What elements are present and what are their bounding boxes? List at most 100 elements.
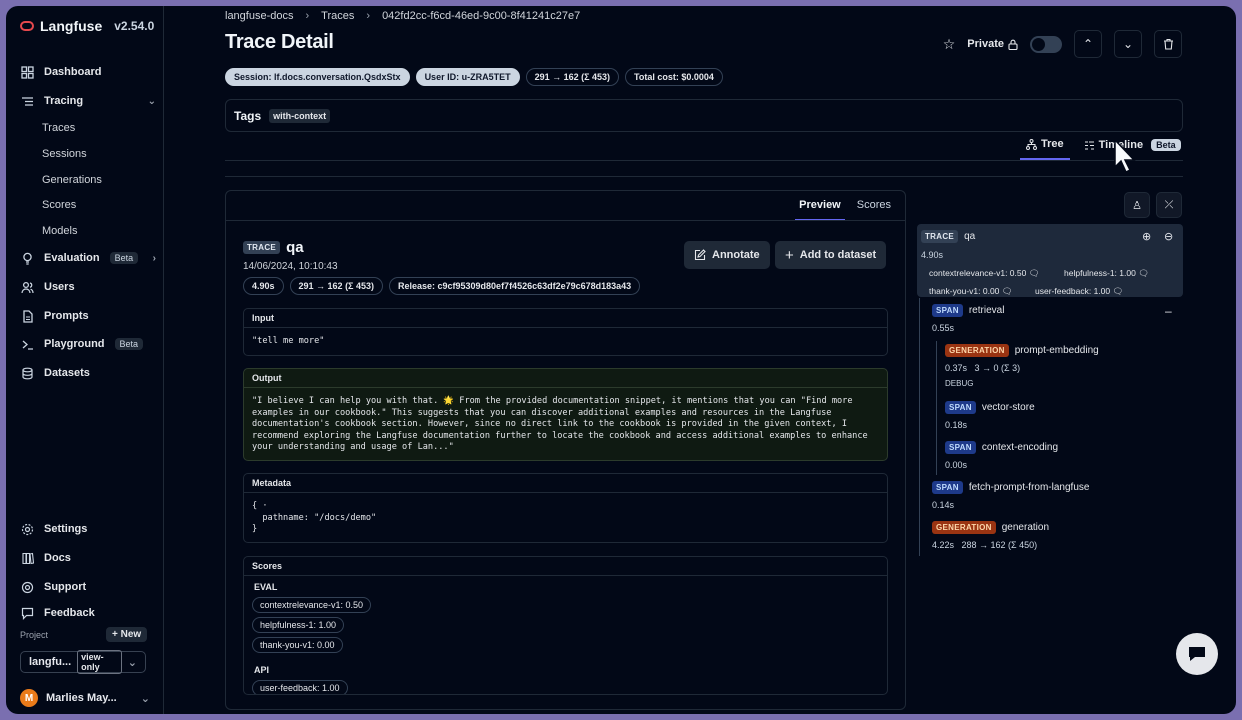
sidebar-item-dashboard[interactable]: Dashboard <box>20 62 156 82</box>
tree-node-span[interactable]: SPAN context-encoding <box>945 441 1058 454</box>
breadcrumb-project[interactable]: langfuse-docs <box>225 10 294 22</box>
sidebar-item-datasets[interactable]: Datasets <box>20 363 156 383</box>
users-icon <box>20 280 34 294</box>
project-selector[interactable]: langfu... view-only ⌄ <box>20 650 146 674</box>
private-toggle[interactable] <box>1030 35 1062 53</box>
next-trace-button[interactable]: ⌄ <box>1114 30 1142 58</box>
divider <box>226 220 905 221</box>
sidebar-item-playground[interactable]: Playground Beta <box>20 334 156 354</box>
observation-timestamp: 14/06/2024, 10:10:43 <box>243 261 338 272</box>
lightbulb-icon <box>20 251 34 265</box>
comment-icon: 🗨 <box>1001 286 1013 296</box>
sidebar-subitem-generations[interactable]: Generations <box>42 174 102 186</box>
score-group-api: API user-feedback: 1.00 <box>244 659 887 694</box>
tokens-badge: 291 → 162 (Σ 453) <box>525 68 620 86</box>
project-label: Project <box>20 630 49 640</box>
user-id-badge[interactable]: User ID: u-ZRA5TET <box>415 68 520 86</box>
tab-scores[interactable]: Scores <box>853 199 895 221</box>
breadcrumb-traces[interactable]: Traces <box>321 10 354 22</box>
tree-node-meta: 0.14s <box>932 500 955 510</box>
sidebar-item-tracing[interactable]: Tracing ⌄ <box>20 91 156 111</box>
sidebar-item-prompts[interactable]: Prompts <box>20 306 156 326</box>
output-value: "I believe I can help you with that. 🌟 F… <box>252 396 868 453</box>
sidebar-item-label: Evaluation <box>44 252 100 264</box>
chevron-down-icon: ⌄ <box>1122 37 1134 51</box>
sidebar: Langfuse v2.54.0 Dashboard Tracing ⌄ Tra… <box>6 6 164 714</box>
sidebar-subitem-models[interactable]: Models <box>42 225 77 237</box>
database-icon <box>20 366 34 380</box>
tree-node-span[interactable]: SPAN retrieval <box>932 304 1004 317</box>
score-text: helpfulness-1: 1.00 <box>1064 268 1136 278</box>
scores-section: Scores EVAL contextrelevance-v1: 0.50 he… <box>243 556 888 695</box>
trace-badges: Session: lf.docs.conversation.QsdxStx Us… <box>225 68 723 86</box>
sidebar-item-label: Support <box>44 581 87 593</box>
sidebar-item-support[interactable]: Support <box>20 577 156 597</box>
sidebar-subitem-sessions[interactable]: Sessions <box>42 148 87 160</box>
add-to-dataset-button[interactable]: + Add to dataset <box>775 241 887 269</box>
span-type-tag: SPAN <box>945 441 976 454</box>
chat-support-button[interactable] <box>1176 633 1218 675</box>
previous-trace-button[interactable]: ⌃ <box>1074 30 1102 58</box>
annotate-label: Annotate <box>712 249 760 261</box>
logo[interactable]: Langfuse v2.54.0 <box>20 18 154 34</box>
tree-node-meta: 4.90s <box>921 250 944 260</box>
tree-node-name: fetch-prompt-from-langfuse <box>968 482 1090 493</box>
score-group-eval: EVAL contextrelevance-v1: 0.50 helpfulne… <box>244 576 887 659</box>
tree-score: contextrelevance-v1: 0.50 🗨 <box>929 268 1040 279</box>
user-menu[interactable]: M Marlies May... ⌄ <box>20 689 150 707</box>
project-name: langfu... <box>29 656 72 668</box>
sidebar-item-label: Tracing <box>44 95 84 107</box>
tree-node-generation[interactable]: GENERATION generation <box>932 521 1049 534</box>
span-type-tag: SPAN <box>932 481 963 494</box>
score-pill[interactable]: helpfulness-1: 1.00 <box>252 617 345 633</box>
tree-node-meta: 0.18s <box>945 420 968 430</box>
tree-node-span[interactable]: SPAN fetch-prompt-from-langfuse <box>932 481 1089 494</box>
sidebar-item-feedback[interactable]: Feedback <box>20 603 156 623</box>
collapse-button[interactable]: ⤫ <box>1156 192 1182 218</box>
tree-score: user-feedback: 1.00 🗨 <box>1035 286 1123 297</box>
score-pill[interactable]: contextrelevance-v1: 0.50 <box>252 597 372 613</box>
delete-button[interactable] <box>1154 30 1182 58</box>
sidebar-subitem-scores[interactable]: Scores <box>42 199 76 211</box>
minus-icon[interactable]: – <box>1165 304 1172 318</box>
tab-tree[interactable]: Tree <box>1020 138 1070 160</box>
list-icon <box>20 94 34 108</box>
tree-node-generation[interactable]: GENERATION prompt-embedding <box>945 344 1099 357</box>
sidebar-item-settings[interactable]: Settings <box>20 519 156 539</box>
session-badge[interactable]: Session: lf.docs.conversation.QsdxStx <box>225 68 410 86</box>
generation-type-tag: GENERATION <box>932 521 996 534</box>
plus-circle-icon[interactable]: ⊕ <box>1142 230 1151 243</box>
sidebar-item-evaluation[interactable]: Evaluation Beta › <box>20 248 156 268</box>
chevron-down-icon: ⌄ <box>140 692 150 705</box>
new-project-button[interactable]: + New <box>106 627 148 642</box>
comment-icon: 🗨 <box>1112 286 1124 296</box>
tree-node-span[interactable]: SPAN vector-store <box>945 401 1035 414</box>
tab-preview[interactable]: Preview <box>795 199 845 221</box>
score-pill[interactable]: user-feedback: 1.00 <box>252 680 348 694</box>
tree-node-name: prompt-embedding <box>1014 345 1099 356</box>
tree-node-trace: TRACE qa <box>921 230 975 243</box>
tree-node-meta: 4.22s 288 → 162 (Σ 450) <box>932 540 1038 550</box>
tree-trace-node[interactable]: TRACE qa ⊕ ⊖ 4.90s contextrelevance-v1: … <box>917 224 1183 297</box>
app-version: v2.54.0 <box>114 19 155 33</box>
annotate-button[interactable]: Annotate <box>684 241 770 269</box>
private-text: Private <box>967 38 1004 50</box>
score-pill[interactable]: thank-you-v1: 0.00 <box>252 637 343 653</box>
sidebar-item-docs[interactable]: Docs <box>20 548 156 568</box>
star-icon[interactable]: ☆ <box>943 36 956 53</box>
sidebar-item-users[interactable]: Users <box>20 277 156 297</box>
minus-circle-icon[interactable]: ⊖ <box>1164 230 1173 243</box>
scores-label: Scores <box>244 557 887 576</box>
tree-icon <box>1026 138 1037 150</box>
sidebar-subitem-traces[interactable]: Traces <box>42 122 75 134</box>
metadata-label: Metadata <box>244 474 887 493</box>
preview-panel: Preview Scores TRACE qa 14/06/2024, 10:1… <box>225 190 906 710</box>
settings-button[interactable]: ♙ <box>1124 192 1150 218</box>
release-badge: Release: c9cf95309d80ef7f4526c63df2e79c6… <box>388 277 641 295</box>
score-text: contextrelevance-v1: 0.50 <box>929 268 1027 278</box>
breadcrumb-trace-id: 042fd2cc-f6cd-46ed-9c00-8f41241c27e7 <box>382 10 581 22</box>
file-icon <box>20 309 34 323</box>
tag-chip[interactable]: with-context <box>269 108 331 123</box>
sidebar-item-label: Playground <box>44 338 105 350</box>
timeline-icon <box>1084 141 1094 149</box>
